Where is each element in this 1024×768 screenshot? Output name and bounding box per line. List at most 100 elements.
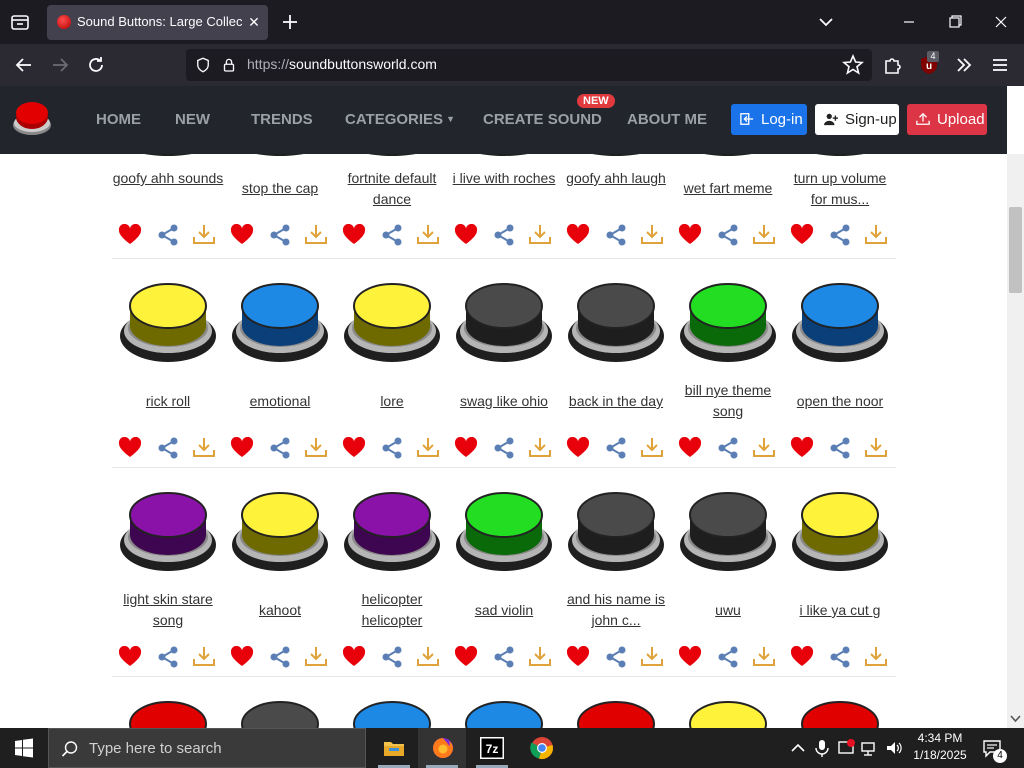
download-icon[interactable] — [640, 646, 664, 668]
lock-icon[interactable] — [220, 56, 238, 74]
sound-label[interactable]: lore — [336, 391, 448, 412]
download-icon[interactable] — [192, 646, 216, 668]
like-heart-icon[interactable] — [454, 437, 478, 459]
share-icon[interactable] — [492, 437, 516, 459]
sound-label[interactable]: open the noor — [784, 391, 896, 412]
like-heart-icon[interactable] — [566, 224, 590, 246]
sound-label[interactable]: and his name is john c... — [560, 589, 672, 631]
tab-close-icon[interactable]: ✕ — [245, 13, 263, 31]
overflow-chevrons-icon[interactable] — [952, 53, 976, 77]
sound-button-yellow[interactable] — [230, 483, 330, 575]
network-icon[interactable] — [860, 738, 880, 758]
like-heart-icon[interactable] — [566, 646, 590, 668]
download-icon[interactable] — [528, 224, 552, 246]
nav-new[interactable]: NEW — [175, 111, 210, 128]
nav-create-sound[interactable]: CREATE SOUND — [483, 111, 602, 128]
sound-button-green[interactable] — [454, 483, 554, 575]
like-heart-icon[interactable] — [230, 224, 254, 246]
nav-trends[interactable]: TRENDS — [251, 111, 313, 128]
clock-time[interactable]: 4:34 PM — [905, 731, 975, 745]
download-icon[interactable] — [864, 646, 888, 668]
address-bar[interactable]: https://soundbuttonsworld.com — [186, 49, 872, 81]
like-heart-icon[interactable] — [678, 437, 702, 459]
download-icon[interactable] — [752, 224, 776, 246]
download-icon[interactable] — [304, 646, 328, 668]
like-heart-icon[interactable] — [566, 437, 590, 459]
sound-button-gray[interactable] — [454, 274, 554, 366]
sound-label[interactable]: kahoot — [224, 600, 336, 621]
firefox-app[interactable] — [418, 728, 466, 768]
share-icon[interactable] — [156, 224, 180, 246]
nav-about-me[interactable]: ABOUT ME — [627, 111, 707, 128]
chrome-app[interactable] — [518, 728, 566, 768]
tab-overview-icon[interactable] — [8, 10, 32, 34]
browser-tab[interactable]: Sound Buttons: Large Collection ✕ — [47, 5, 268, 40]
like-heart-icon[interactable] — [790, 646, 814, 668]
restore-icon[interactable] — [940, 8, 970, 36]
sound-label[interactable]: goofy ahh sounds — [112, 168, 224, 189]
like-heart-icon[interactable] — [118, 224, 142, 246]
sound-button-gray[interactable] — [678, 483, 778, 575]
sound-button-blue[interactable] — [230, 274, 330, 366]
download-icon[interactable] — [416, 224, 440, 246]
sound-button-yellow[interactable] — [678, 692, 778, 728]
like-heart-icon[interactable] — [118, 437, 142, 459]
new-tab-icon[interactable] — [278, 10, 302, 34]
share-icon[interactable] — [268, 646, 292, 668]
like-heart-icon[interactable] — [790, 224, 814, 246]
download-icon[interactable] — [752, 437, 776, 459]
share-icon[interactable] — [268, 224, 292, 246]
bookmark-star-icon[interactable] — [841, 53, 865, 77]
security-alert-icon[interactable] — [836, 738, 856, 758]
share-icon[interactable] — [380, 224, 404, 246]
sound-button-red[interactable] — [790, 692, 890, 728]
download-icon[interactable] — [640, 224, 664, 246]
site-logo-red-button-icon[interactable] — [12, 98, 52, 138]
share-icon[interactable] — [492, 646, 516, 668]
sound-button-purple[interactable] — [342, 483, 442, 575]
like-heart-icon[interactable] — [342, 224, 366, 246]
sound-button-yellow[interactable] — [790, 483, 890, 575]
sound-button-blue[interactable] — [454, 692, 554, 728]
download-icon[interactable] — [192, 224, 216, 246]
download-icon[interactable] — [416, 646, 440, 668]
like-heart-icon[interactable] — [342, 646, 366, 668]
sound-button-blue[interactable] — [342, 692, 442, 728]
sound-label[interactable]: bill nye theme song — [672, 380, 784, 422]
download-icon[interactable] — [304, 437, 328, 459]
like-heart-icon[interactable] — [790, 437, 814, 459]
like-heart-icon[interactable] — [118, 646, 142, 668]
like-heart-icon[interactable] — [678, 646, 702, 668]
download-icon[interactable] — [864, 224, 888, 246]
show-hidden-icons-chevron-icon[interactable] — [788, 738, 808, 758]
sound-button-blue[interactable] — [790, 274, 890, 366]
sound-label[interactable]: wet fart meme — [672, 178, 784, 199]
login-button[interactable]: Log-in — [731, 104, 807, 135]
sound-label[interactable]: uwu — [672, 600, 784, 621]
shield-icon[interactable] — [194, 56, 212, 74]
tab-list-chevron-icon[interactable] — [814, 10, 838, 34]
sound-button-gray[interactable] — [566, 274, 666, 366]
share-icon[interactable] — [828, 646, 852, 668]
sound-label[interactable]: sad violin — [448, 600, 560, 621]
share-icon[interactable] — [492, 224, 516, 246]
share-icon[interactable] — [828, 437, 852, 459]
clock-date[interactable]: 1/18/2025 — [905, 748, 975, 762]
minimize-icon[interactable] — [894, 8, 924, 36]
sound-label[interactable]: turn up volume for mus... — [784, 168, 896, 210]
share-icon[interactable] — [268, 437, 292, 459]
sound-label[interactable]: i like ya cut g — [784, 600, 896, 621]
signup-button[interactable]: Sign-up — [815, 104, 899, 135]
share-icon[interactable] — [716, 224, 740, 246]
nav-home[interactable]: HOME — [96, 111, 141, 128]
hamburger-menu-icon[interactable] — [988, 53, 1012, 77]
7zip-app[interactable]: 7z — [468, 728, 516, 768]
scroll-down-arrow-icon[interactable] — [1009, 713, 1022, 725]
share-icon[interactable] — [828, 224, 852, 246]
file-explorer-app[interactable] — [370, 728, 418, 768]
sound-label[interactable]: rick roll — [112, 391, 224, 412]
sound-button-yellow[interactable] — [342, 274, 442, 366]
download-icon[interactable] — [192, 437, 216, 459]
share-icon[interactable] — [604, 437, 628, 459]
sound-button-edge[interactable] — [230, 154, 330, 158]
